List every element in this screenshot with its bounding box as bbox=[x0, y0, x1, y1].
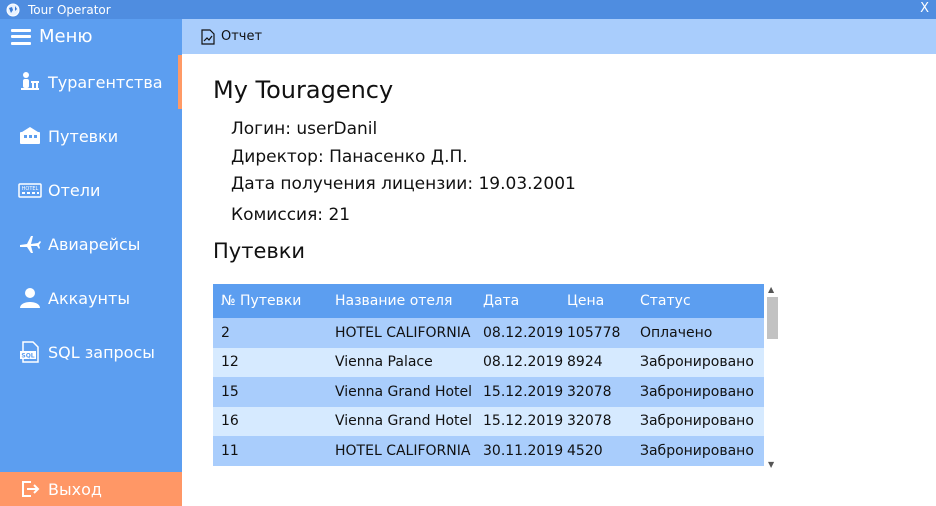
sidebar-item-label: Путевки bbox=[48, 126, 119, 146]
sidebar-item-hotels[interactable]: HOTEL Отели bbox=[0, 163, 182, 217]
cell-price: 4520 bbox=[567, 442, 603, 459]
report-button[interactable]: Отчет bbox=[201, 28, 263, 45]
cell-status: Забронировано bbox=[640, 383, 754, 400]
logout-button[interactable]: Выход bbox=[0, 472, 182, 506]
cell-status: Забронировано bbox=[640, 413, 754, 430]
scroll-up-icon[interactable]: ▲ bbox=[768, 285, 774, 294]
cell-hotel-name: Vienna Grand Hotel bbox=[335, 413, 473, 430]
table-row[interactable]: 2 HOTEL CALIFORNIA 08.12.2019 105778 Опл… bbox=[213, 318, 764, 348]
window-title: Tour Operator bbox=[28, 2, 111, 17]
cell-date: 30.11.2019 bbox=[483, 442, 564, 459]
column-header[interactable]: Цена bbox=[567, 284, 604, 318]
report-icon bbox=[201, 28, 215, 45]
cell-date: 15.12.2019 bbox=[483, 413, 564, 430]
sidebar-item-label: SQL запросы bbox=[48, 342, 155, 362]
user-icon bbox=[20, 288, 40, 308]
cell-price: 8924 bbox=[567, 354, 603, 371]
cell-hotel-name: Vienna Grand Hotel bbox=[335, 383, 473, 400]
tours-icon bbox=[20, 127, 40, 144]
page-title: My Touragency bbox=[213, 76, 394, 104]
svg-text:SQL: SQL bbox=[21, 353, 34, 360]
sidebar-item-accounts[interactable]: Аккаунты bbox=[0, 271, 182, 325]
globe-icon bbox=[6, 3, 20, 16]
cell-price: 32078 bbox=[567, 413, 612, 430]
scroll-down-icon[interactable]: ▼ bbox=[768, 460, 774, 469]
cell-price: 32078 bbox=[567, 383, 612, 400]
cell-date: 08.12.2019 bbox=[483, 324, 564, 341]
cell-status: Забронировано bbox=[640, 442, 754, 459]
sidebar-item-label: Аккаунты bbox=[48, 288, 130, 308]
table-scrollbar[interactable]: ▲ ▼ bbox=[764, 284, 780, 471]
table-row[interactable]: 11 HOTEL CALIFORNIA 30.11.2019 4520 Забр… bbox=[213, 436, 764, 466]
column-header[interactable]: Дата bbox=[483, 284, 519, 318]
sidebar-item-tours[interactable]: Путевки bbox=[0, 109, 182, 163]
tours-section-title: Путевки bbox=[213, 239, 306, 263]
agency-commission: Комиссия: 21 bbox=[231, 205, 351, 225]
cell-status: Забронировано bbox=[640, 354, 754, 371]
title-bar: Tour Operator X bbox=[0, 0, 936, 19]
cell-price: 105778 bbox=[567, 324, 621, 341]
toolbar: Отчет bbox=[182, 19, 936, 54]
agency-login: Логин: userDanil bbox=[231, 119, 378, 139]
cell-tour-number: 2 bbox=[221, 324, 230, 341]
table-row[interactable]: 15 Vienna Grand Hotel 15.12.2019 32078 З… bbox=[213, 377, 764, 407]
airplane-icon bbox=[20, 236, 41, 253]
column-header[interactable]: № Путевки bbox=[221, 284, 301, 318]
close-button[interactable]: X bbox=[920, 1, 929, 16]
report-label: Отчет bbox=[221, 29, 263, 44]
logout-icon bbox=[22, 481, 40, 497]
sidebar-item-label: Отели bbox=[48, 180, 101, 200]
cell-hotel-name: Vienna Palace bbox=[335, 354, 433, 371]
cell-tour-number: 15 bbox=[221, 383, 239, 400]
scrollbar-thumb[interactable] bbox=[767, 297, 778, 339]
table-row[interactable]: 12 Vienna Palace 08.12.2019 8924 Заброни… bbox=[213, 347, 764, 377]
cell-hotel-name: HOTEL CALIFORNIA bbox=[335, 442, 471, 459]
sidebar-item-sql[interactable]: SQL SQL запросы bbox=[0, 325, 182, 379]
hotel-icon: HOTEL bbox=[18, 183, 42, 198]
sql-icon: SQL bbox=[20, 341, 39, 363]
column-header[interactable]: Название отеля bbox=[335, 284, 452, 318]
hamburger-icon bbox=[11, 28, 31, 45]
table-header: № Путевки Название отеля Дата Цена Стату… bbox=[213, 284, 764, 318]
cell-date: 15.12.2019 bbox=[483, 383, 564, 400]
menu-toggle-button[interactable]: Меню bbox=[0, 19, 182, 54]
cell-tour-number: 11 bbox=[221, 442, 239, 459]
table-row[interactable]: 16 Vienna Grand Hotel 15.12.2019 32078 З… bbox=[213, 406, 764, 436]
cell-date: 08.12.2019 bbox=[483, 354, 564, 371]
main-content: My Touragency Логин: userDanil Директор:… bbox=[182, 54, 936, 506]
agency-director: Директор: Панасенко Д.П. bbox=[231, 147, 468, 167]
tours-table: № Путевки Название отеля Дата Цена Стату… bbox=[213, 284, 780, 471]
sidebar-item-label: Турагентства bbox=[48, 72, 163, 92]
cell-tour-number: 16 bbox=[221, 413, 239, 430]
cell-hotel-name: HOTEL CALIFORNIA bbox=[335, 324, 471, 341]
sidebar-item-flights[interactable]: Авиарейсы bbox=[0, 217, 182, 271]
cell-tour-number: 12 bbox=[221, 354, 239, 371]
cell-status: Оплачено bbox=[640, 324, 713, 341]
svg-text:HOTEL: HOTEL bbox=[22, 186, 39, 192]
logout-label: Выход bbox=[48, 479, 102, 499]
sidebar-item-label: Авиарейсы bbox=[48, 234, 141, 254]
sidebar: Меню Турагентства Путевки HOTEL Отели Ав… bbox=[0, 19, 182, 506]
agency-license-date: Дата получения лицензии: 19.03.2001 bbox=[231, 174, 576, 194]
menu-label: Меню bbox=[39, 26, 93, 47]
column-header[interactable]: Статус bbox=[640, 284, 691, 318]
sidebar-item-agencies[interactable]: Турагентства bbox=[0, 55, 182, 109]
agency-icon bbox=[21, 72, 39, 90]
